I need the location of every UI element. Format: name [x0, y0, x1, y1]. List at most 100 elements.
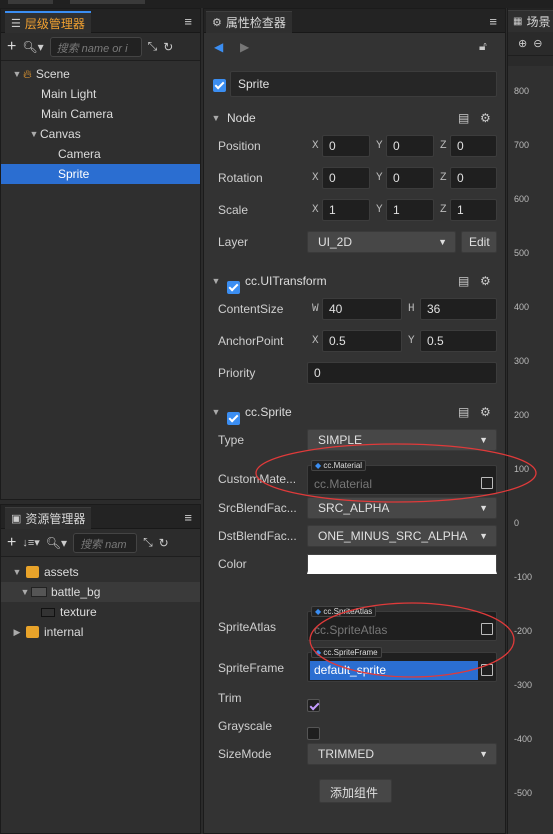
refresh-icon[interactable]: ↻ [163, 40, 173, 54]
settings-gear-icon[interactable]: ⚙ [480, 274, 491, 288]
sprite-frame-field[interactable]: ◆ cc.SpriteFrame default_sprite [307, 647, 497, 682]
scene-tab-icon: ▦ [513, 16, 523, 27]
hierarchy-panel: ☰ 层级管理器 ≡ + 🔍︎▾ 搜索 name or i ⤡ ↻ ▼ 🔥︎ Sc… [0, 8, 201, 500]
tree-item-main-light[interactable]: Main Light [1, 84, 200, 104]
expand-arrow-icon[interactable]: ▼ [19, 587, 31, 597]
priority-input[interactable]: 0 [307, 362, 497, 384]
tab-assets-label: 资源管理器 [25, 512, 86, 526]
tree-item-canvas[interactable]: ▼ Canvas [1, 124, 200, 144]
collapse-arrow-icon[interactable]: ▼ [210, 407, 222, 417]
sprite-enabled-checkbox[interactable] [227, 411, 240, 425]
node-section-header[interactable]: ▼ Node ▤ ⚙ [204, 105, 507, 131]
content-height-input[interactable]: 36 [420, 298, 497, 320]
rotation-z-input[interactable]: 0 [450, 167, 497, 189]
tab-scene[interactable]: ▦ 场景 [508, 10, 553, 32]
book-icon[interactable]: ▤ [458, 111, 469, 125]
tab-hierarchy[interactable]: ☰ 层级管理器 [5, 11, 91, 33]
menu-icon[interactable]: ≡ [489, 14, 497, 29]
tree-item-assets[interactable]: ▼ assets [1, 562, 200, 582]
back-arrow-icon[interactable]: ◀ [214, 40, 223, 54]
layer-select[interactable]: UI_2D ▼ [307, 231, 456, 253]
content-width-input[interactable]: 40 [322, 298, 402, 320]
zoom-out-icon[interactable]: ⊖ [533, 37, 542, 50]
tree-item-main-camera[interactable]: Main Camera [1, 104, 200, 124]
grayscale-checkbox[interactable] [307, 726, 320, 740]
rotation-y-input[interactable]: 0 [386, 167, 434, 189]
sort-icon[interactable]: ↓≡▾ [22, 536, 39, 549]
expand-arrow-icon[interactable]: ▼ [11, 567, 23, 577]
menu-icon[interactable]: ≡ [184, 14, 192, 29]
lock-icon[interactable]: 🔓︎ [479, 39, 487, 54]
expand-arrow-icon[interactable]: ▼ [28, 129, 40, 139]
tree-item-internal[interactable]: ▶ internal [1, 622, 200, 642]
collapse-icon[interactable]: ⤡ [143, 535, 153, 550]
tree-item-label: texture [60, 605, 97, 619]
node-name-input[interactable]: Sprite [230, 71, 497, 97]
rotation-x-input[interactable]: 0 [322, 167, 370, 189]
add-icon[interactable]: + [7, 534, 16, 552]
tree-item-label: Camera [58, 147, 101, 161]
uitransform-section-header[interactable]: ▼ cc.UITransform ▤ ⚙ [204, 268, 507, 294]
dst-blend-select[interactable]: ONE_MINUS_SRC_ALPHA ▼ [307, 525, 497, 547]
add-component-button[interactable]: 添加组件 [319, 779, 392, 803]
book-icon[interactable]: ▤ [458, 274, 469, 288]
grayscale-row: Grayscale [204, 712, 507, 740]
asset-type-tag: ◆ cc.Material [311, 460, 367, 471]
select-value: ONE_MINUS_SRC_ALPHA [318, 529, 468, 543]
prop-label: Color [218, 557, 247, 571]
tab-assets[interactable]: ▣ 资源管理器 [5, 507, 92, 529]
src-blend-select[interactable]: SRC_ALPHA ▼ [307, 497, 497, 519]
size-mode-select[interactable]: TRIMMED ▼ [307, 743, 497, 765]
settings-gear-icon[interactable]: ⚙ [480, 111, 491, 125]
folder-icon: ▣ [11, 513, 22, 525]
zoom-in-icon[interactable]: ⊕ [518, 37, 527, 50]
scale-y-input[interactable]: 1 [386, 199, 434, 221]
asset-picker-icon[interactable] [481, 623, 493, 635]
tree-item-texture[interactable]: texture [1, 602, 200, 622]
scale-z-input[interactable]: 1 [450, 199, 497, 221]
sprite-atlas-field[interactable]: ◆ cc.SpriteAtlas cc.SpriteAtlas [307, 606, 497, 641]
scale-x-input[interactable]: 1 [322, 199, 370, 221]
collapse-arrow-icon[interactable]: ▼ [210, 276, 222, 286]
position-z-input[interactable]: 0 [450, 135, 497, 157]
section-title: cc.Sprite [245, 405, 292, 419]
hierarchy-search-input[interactable]: 搜索 name or i [49, 36, 142, 57]
expand-arrow-icon[interactable]: ▼ [11, 69, 23, 79]
asset-picker-icon[interactable] [481, 477, 493, 489]
prop-label: SrcBlendFac... [218, 501, 297, 515]
tree-item-sprite[interactable]: Sprite [1, 164, 200, 184]
layer-edit-button[interactable]: Edit [461, 231, 497, 253]
refresh-icon[interactable]: ↻ [159, 536, 169, 550]
tab-inspector[interactable]: ⚙ 属性检查器 [206, 11, 292, 33]
position-x-input[interactable]: 0 [322, 135, 370, 157]
forward-arrow-icon[interactable]: ▶ [240, 40, 249, 54]
tree-item-battle-bg[interactable]: ▼ battle_bg [1, 582, 200, 602]
add-icon[interactable]: + [7, 38, 16, 56]
book-icon[interactable]: ▤ [458, 405, 469, 419]
position-y-input[interactable]: 0 [386, 135, 434, 157]
tree-item-camera[interactable]: Camera [1, 144, 200, 164]
search-icon[interactable]: 🔍︎▾ [46, 536, 67, 550]
tree-item-scene[interactable]: ▼ 🔥︎ Scene [1, 64, 200, 84]
prop-label: DstBlendFac... [218, 529, 297, 543]
type-select[interactable]: SIMPLE ▼ [307, 429, 497, 451]
uitransform-enabled-checkbox[interactable] [227, 280, 240, 294]
custom-material-field[interactable]: ◆ cc.Material cc.Material [307, 460, 497, 495]
color-swatch[interactable] [307, 554, 497, 574]
scale-row: Scale X 1 Y 1 Z 1 [204, 196, 507, 224]
collapse-arrow-icon[interactable]: ▼ [210, 113, 222, 123]
asset-picker-icon[interactable] [481, 664, 493, 676]
z-axis-label: Z [440, 172, 447, 184]
assets-search-input[interactable]: 搜索 nam [73, 532, 138, 553]
trim-checkbox[interactable] [307, 698, 320, 712]
anchor-x-input[interactable]: 0.5 [322, 330, 402, 352]
asset-type-tag: ◆ cc.SpriteAtlas [311, 606, 377, 617]
search-icon[interactable]: 🔍︎▾ [22, 40, 43, 54]
expand-arrow-icon[interactable]: ▶ [11, 627, 23, 638]
sprite-section-header[interactable]: ▼ cc.Sprite ▤ ⚙ [204, 399, 507, 425]
collapse-icon[interactable]: ⤡ [148, 39, 158, 54]
node-active-checkbox[interactable] [213, 79, 226, 93]
anchor-y-input[interactable]: 0.5 [420, 330, 497, 352]
settings-gear-icon[interactable]: ⚙ [480, 405, 491, 419]
menu-icon[interactable]: ≡ [184, 510, 192, 525]
